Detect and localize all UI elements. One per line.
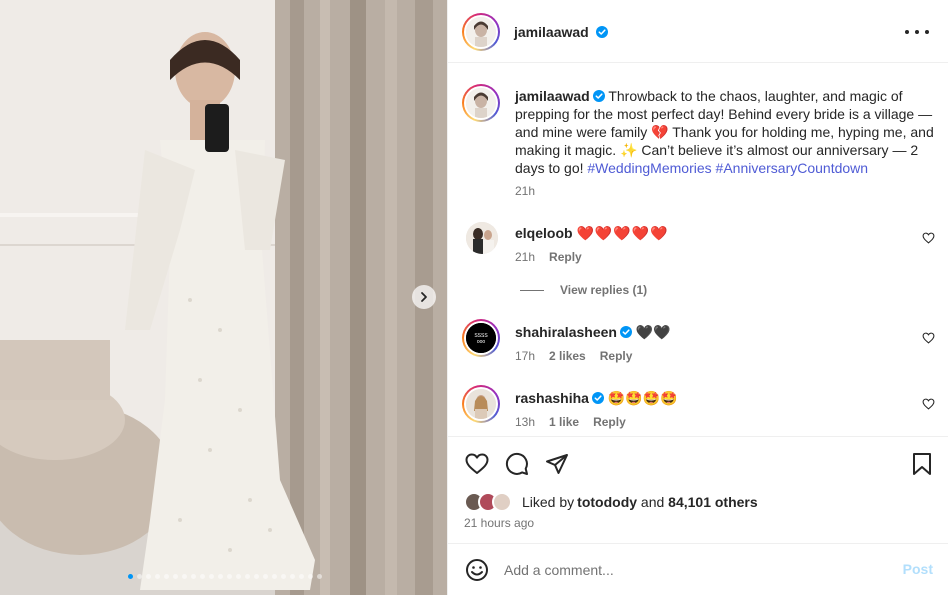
liker-username[interactable]: totodody: [577, 494, 637, 510]
commenter-avatar[interactable]: [462, 385, 500, 423]
carousel-dot: [164, 574, 169, 579]
caption-time: 21h: [515, 184, 536, 198]
verified-icon: [619, 326, 632, 338]
author-avatar[interactable]: [462, 13, 500, 51]
carousel-dot: [317, 574, 322, 579]
comment-body: rashashiha 🤩🤩🤩🤩: [515, 389, 678, 407]
caption-text: jamilaawad Throwback to the chaos, laugh…: [515, 87, 940, 177]
comment-text: 🤩🤩🤩🤩: [607, 390, 678, 406]
carousel-dot: [182, 574, 187, 579]
comment-icon[interactable]: [505, 452, 529, 476]
carousel-dot: [290, 574, 295, 579]
carousel-dot: [137, 574, 142, 579]
broken-heart-emoji: 💔: [651, 124, 669, 140]
verified-icon: [595, 26, 608, 38]
comment-text: ❤️❤️❤️❤️❤️: [576, 225, 669, 241]
comment-meta: 13h 1 like Reply: [515, 415, 626, 429]
carousel-dot: [245, 574, 250, 579]
carousel-dot: [128, 574, 133, 579]
carousel-dot: [200, 574, 205, 579]
carousel-dot: [146, 574, 151, 579]
carousel-dot: [236, 574, 241, 579]
bookmark-icon[interactable]: [910, 452, 934, 476]
post-timestamp[interactable]: 21 hours ago: [464, 516, 534, 530]
carousel-dot: [308, 574, 313, 579]
reply-button[interactable]: Reply: [549, 250, 582, 264]
verified-icon: [592, 90, 605, 102]
comment-likes[interactable]: 1 like: [549, 415, 579, 429]
more-icon: [905, 30, 909, 34]
like-comment-heart-icon[interactable]: [922, 332, 935, 344]
like-comment-heart-icon[interactable]: [922, 232, 935, 244]
carousel-dot: [218, 574, 223, 579]
carousel-dot: [155, 574, 160, 579]
caption-author-avatar[interactable]: [462, 84, 500, 122]
carousel-dot: [254, 574, 259, 579]
comment-meta: 17h 2 likes Reply: [515, 349, 632, 363]
comment-time: 13h: [515, 415, 536, 429]
comment-meta: 21h Reply: [515, 250, 582, 264]
comment-time: 21h: [515, 250, 536, 264]
comment-likes[interactable]: 2 likes: [549, 349, 586, 363]
post-comment-button[interactable]: Post: [903, 561, 933, 577]
likes-summary: Liked by totodody and 84,101 others: [464, 492, 758, 512]
hashtag-link[interactable]: #AnniversaryCountdown: [716, 160, 869, 176]
post-media: [0, 0, 447, 595]
more-options-button[interactable]: [905, 22, 929, 42]
post-details-panel: jamilaawad jamilaawad Throwback to the c…: [447, 0, 948, 595]
likes-middle: and: [637, 494, 669, 510]
reply-button[interactable]: Reply: [600, 349, 633, 363]
commenter-username[interactable]: elqeloob: [515, 225, 573, 241]
carousel-dot: [299, 574, 304, 579]
view-replies-button[interactable]: View replies (1): [520, 283, 647, 297]
view-replies-label: View replies (1): [560, 283, 648, 297]
commenter-avatar[interactable]: [466, 222, 498, 254]
post-photo: [0, 0, 447, 595]
comment-text: 🖤🖤: [635, 324, 671, 340]
share-icon[interactable]: [545, 452, 569, 476]
svg-text:ooo: ooo: [477, 339, 486, 345]
comment-body: shahiralasheen 🖤🖤: [515, 323, 671, 341]
carousel-dot: [191, 574, 196, 579]
author-username[interactable]: jamilaawad: [514, 24, 589, 40]
heart-icon[interactable]: [465, 452, 489, 476]
post-actions: Liked by totodody and 84,101 others 21 h…: [448, 436, 948, 544]
carousel-dot: [263, 574, 268, 579]
reply-button[interactable]: Reply: [593, 415, 626, 429]
caption-username[interactable]: jamilaawad: [515, 88, 590, 104]
commenter-username[interactable]: shahiralasheen: [515, 324, 617, 340]
chevron-right-icon: [421, 292, 427, 302]
carousel-dot: [173, 574, 178, 579]
comment-body: elqeloob ❤️❤️❤️❤️❤️: [515, 224, 669, 242]
emoji-icon[interactable]: [465, 558, 489, 582]
commenter-username[interactable]: rashashiha: [515, 390, 589, 406]
liker-avatars[interactable]: [464, 492, 516, 512]
likes-count[interactable]: 84,101 others: [668, 494, 758, 510]
carousel-dot: [281, 574, 286, 579]
comment-input[interactable]: [504, 558, 884, 582]
avatar: [492, 492, 512, 512]
hashtag-link[interactable]: #WeddingMemories: [587, 160, 711, 176]
carousel-dot: [209, 574, 214, 579]
verified-icon: [591, 392, 604, 404]
sparkles-emoji: ✨: [620, 142, 638, 158]
comment-composer: Post: [448, 543, 948, 595]
comment-time: 17h: [515, 349, 536, 363]
carousel-indicator: [128, 574, 322, 579]
next-slide-button[interactable]: [412, 285, 436, 309]
carousel-dot: [272, 574, 277, 579]
replies-divider: [520, 289, 544, 291]
likes-prefix: Liked by: [522, 494, 575, 510]
author-name-row: jamilaawad: [514, 24, 608, 40]
like-comment-heart-icon[interactable]: [922, 398, 935, 410]
post-header: jamilaawad: [448, 0, 948, 63]
commenter-avatar[interactable]: SSSS ooo: [462, 319, 500, 357]
carousel-dot: [227, 574, 232, 579]
